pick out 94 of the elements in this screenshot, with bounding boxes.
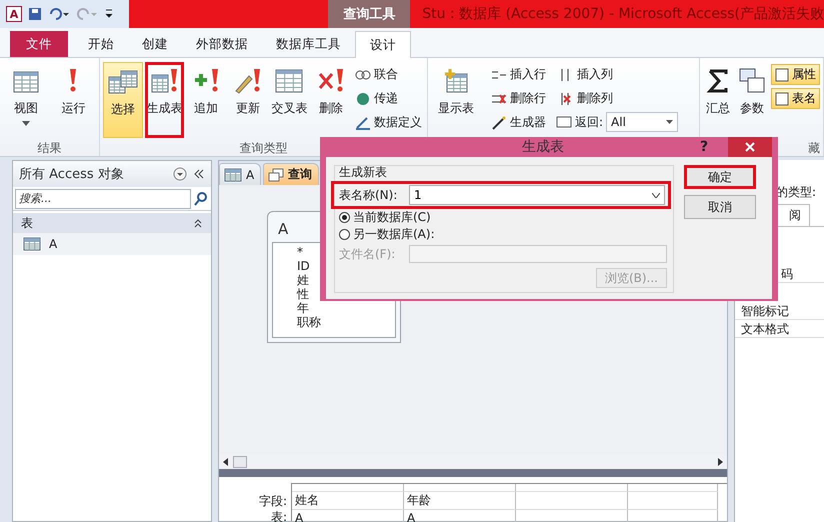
ribbon-small-button[interactable]: 传递 — [352, 88, 424, 109]
scrollbar-thumb[interactable] — [233, 456, 247, 468]
document-tab[interactable]: 查询 — [263, 163, 320, 185]
ribbon-small-button[interactable]: 表名 — [771, 88, 820, 109]
ribbon-button[interactable]: 追加 — [186, 62, 226, 138]
ribbon-tab[interactable]: 开始 — [74, 31, 128, 57]
search-icon — [193, 190, 209, 206]
field-item[interactable]: 姓 — [297, 273, 309, 287]
grid-cell[interactable] — [628, 492, 718, 510]
field-item[interactable]: * — [297, 245, 303, 259]
search-field[interactable]: 搜索... — [15, 188, 191, 208]
ribbon-small-button[interactable]: 数据定义 — [352, 112, 424, 133]
ribbon-tab[interactable]: 外部数据 — [182, 31, 262, 57]
scroll-right-icon — [715, 456, 725, 468]
wand-icon — [491, 116, 507, 130]
field-item[interactable]: 性 — [297, 287, 309, 301]
grid-cell[interactable]: 年龄 — [404, 492, 516, 510]
dialog-button[interactable]: 取消 — [684, 195, 756, 219]
dropdown-circle-icon — [173, 167, 187, 181]
ribbon-tab[interactable]: 数据库工具 — [262, 31, 355, 57]
grid-row-label: 字段: — [258, 493, 287, 509]
globe-icon — [354, 92, 371, 106]
document-tab[interactable]: A — [219, 163, 262, 185]
ribbon-button[interactable]: 视图 — [6, 62, 46, 138]
field-item[interactable]: 职称 — [297, 315, 321, 329]
nav-pane-title: 所有 Access 对象 — [19, 166, 125, 183]
dialog-button[interactable]: 确定 — [684, 165, 756, 189]
splitter-bar[interactable] — [219, 469, 727, 477]
context-tab-header: 查询工具 — [328, 0, 410, 28]
query-icon — [268, 168, 284, 182]
file-name-label: 文件名(F): — [339, 246, 396, 262]
ribbon-tab[interactable]: 创建 — [128, 31, 182, 57]
property-row[interactable]: 智能标记 — [735, 302, 824, 320]
delete-row-icon — [491, 92, 507, 106]
sheet-icon — [775, 68, 789, 82]
ribbon-button[interactable]: 运行 — [53, 62, 94, 138]
ribbon-tab[interactable]: 设计 — [355, 31, 411, 58]
field-item[interactable]: ID — [297, 259, 310, 273]
return-dropdown[interactable]: All — [606, 112, 678, 132]
group-caption: 生成新表 — [339, 164, 388, 181]
app-logo[interactable]: A — [6, 6, 22, 22]
ribbon-small-button[interactable]: 删除行 — [489, 88, 548, 109]
column-selector[interactable] — [404, 484, 516, 492]
column-selector[interactable] — [292, 484, 404, 492]
undo-icon — [48, 7, 70, 21]
ribbon-small-button[interactable]: 插入行 — [489, 64, 548, 85]
ribbon-button[interactable]: 汇总 — [703, 62, 733, 138]
window-title: Stu : 数据库 (Access 2007) - Microsoft Access(产品激活失败 — [421, 5, 824, 24]
field-item[interactable]: 年 — [297, 301, 309, 315]
group-label: 藏 — [808, 140, 821, 157]
ribbon-button[interactable]: 参数 — [737, 62, 767, 138]
return-label: 返回: — [575, 114, 604, 130]
ribbon-button[interactable]: 选择 — [103, 62, 143, 138]
radio-button[interactable] — [339, 229, 350, 240]
ribbon-small-button[interactable]: 属性 — [771, 64, 820, 85]
help-button[interactable]: ? — [700, 139, 728, 155]
dropdown-arrow-icon — [666, 120, 674, 124]
save-icon — [28, 7, 42, 21]
table-name-label: 表名称(N): — [339, 186, 398, 204]
grid-cell[interactable]: A — [404, 510, 516, 522]
field-list-title: A — [278, 220, 288, 238]
nav-item[interactable]: A — [13, 233, 211, 255]
ribbon-small-button[interactable]: 生成器 — [489, 112, 548, 133]
column-selector[interactable] — [516, 484, 628, 492]
grid-cell[interactable] — [516, 492, 628, 510]
sheet-icon — [775, 92, 789, 106]
ribbon-button[interactable]: 交叉表 — [270, 62, 310, 138]
close-button[interactable] — [728, 137, 772, 157]
ribbon-small-button[interactable]: 联合 — [352, 64, 424, 85]
file-tab[interactable]: 文件 — [10, 31, 68, 57]
table-icon — [224, 168, 242, 182]
collapse-pane-icon — [193, 168, 205, 180]
group-label: 查询类型 — [240, 140, 288, 157]
pencil-exclamation-icon — [232, 66, 263, 96]
group-label: 结果 — [38, 140, 62, 157]
dialog-title: 生成表 — [521, 138, 565, 156]
close-icon — [745, 142, 755, 152]
ruler-pencil-icon — [354, 116, 371, 130]
ribbon-small-button[interactable]: 删除列 — [556, 88, 678, 109]
grid-cell[interactable]: A — [292, 510, 404, 522]
return-icon — [556, 115, 572, 129]
redo-icon — [76, 7, 98, 21]
ribbon-button[interactable]: 删除 — [311, 62, 351, 138]
nav-section-header[interactable]: 表 — [13, 213, 211, 233]
scroll-left-icon — [221, 456, 231, 468]
ribbon-small-button[interactable]: 插入列 — [556, 64, 678, 85]
grid-cell[interactable]: 姓名 — [292, 492, 404, 510]
ribbon-button[interactable]: 更新 — [228, 62, 268, 138]
column-selector[interactable] — [628, 484, 718, 492]
radio-button[interactable] — [339, 212, 350, 223]
rings-icon — [354, 68, 371, 82]
table-icon — [23, 237, 41, 251]
property-row[interactable]: 文本格式 — [735, 320, 824, 338]
collapse-chevron-icon — [193, 218, 203, 228]
